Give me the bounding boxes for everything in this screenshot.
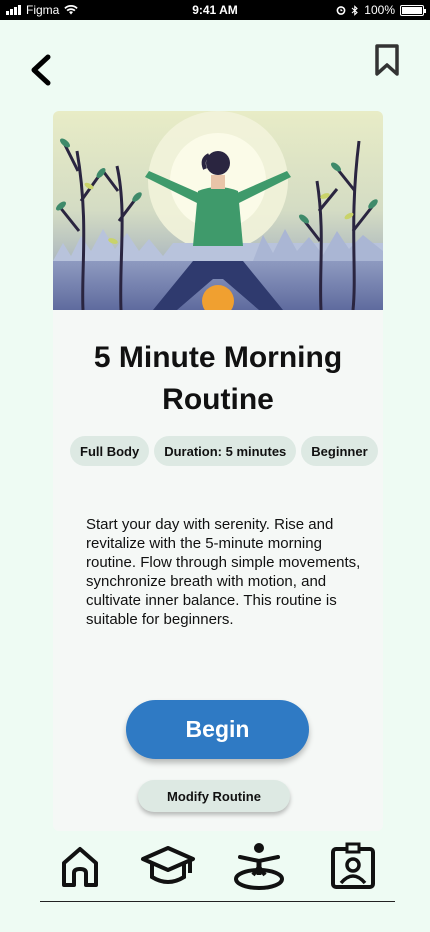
bluetooth-icon [351, 4, 359, 16]
tag-chip[interactable]: Beginner [301, 436, 378, 466]
battery-icon [400, 4, 426, 16]
bookmark-icon [375, 44, 399, 76]
bottom-nav [0, 838, 430, 898]
back-button[interactable] [26, 48, 60, 92]
hero-illustration [53, 111, 383, 310]
modify-routine-button[interactable]: Modify Routine [138, 780, 290, 812]
tag-list: Full Body Duration: 5 minutes Beginner [70, 436, 378, 466]
nav-home[interactable] [52, 838, 108, 894]
battery-percent: 100% [364, 3, 395, 17]
tag-chip[interactable]: Full Body [70, 436, 150, 466]
status-bar: Figma 9:41 AM 100% [0, 0, 430, 20]
nav-divider [40, 901, 395, 902]
carrier-label: Figma [26, 3, 60, 17]
nav-learn[interactable] [140, 838, 196, 894]
status-right: 100% [336, 3, 426, 17]
graduation-cap-icon [141, 846, 195, 884]
routine-description: Start your day with serenity. Rise and r… [86, 516, 361, 628]
nav-practice[interactable] [231, 838, 287, 894]
routine-card: 5 Minute Morning Routine Full Body Durat… [53, 111, 383, 831]
status-left: Figma [6, 3, 79, 17]
chevron-left-icon [31, 54, 51, 86]
alarm-icon [336, 6, 346, 15]
routine-title: 5 Minute Morning Routine [93, 341, 343, 416]
tag-chip[interactable]: Duration: 5 minutes [154, 436, 297, 466]
meditation-person-icon [234, 843, 284, 890]
wifi-icon [64, 5, 79, 15]
profile-badge-icon [331, 842, 375, 889]
signal-icon [6, 5, 21, 15]
bookmark-button[interactable] [372, 42, 402, 78]
home-icon [62, 847, 98, 887]
begin-button[interactable]: Begin [126, 700, 309, 759]
nav-profile[interactable] [325, 838, 381, 894]
